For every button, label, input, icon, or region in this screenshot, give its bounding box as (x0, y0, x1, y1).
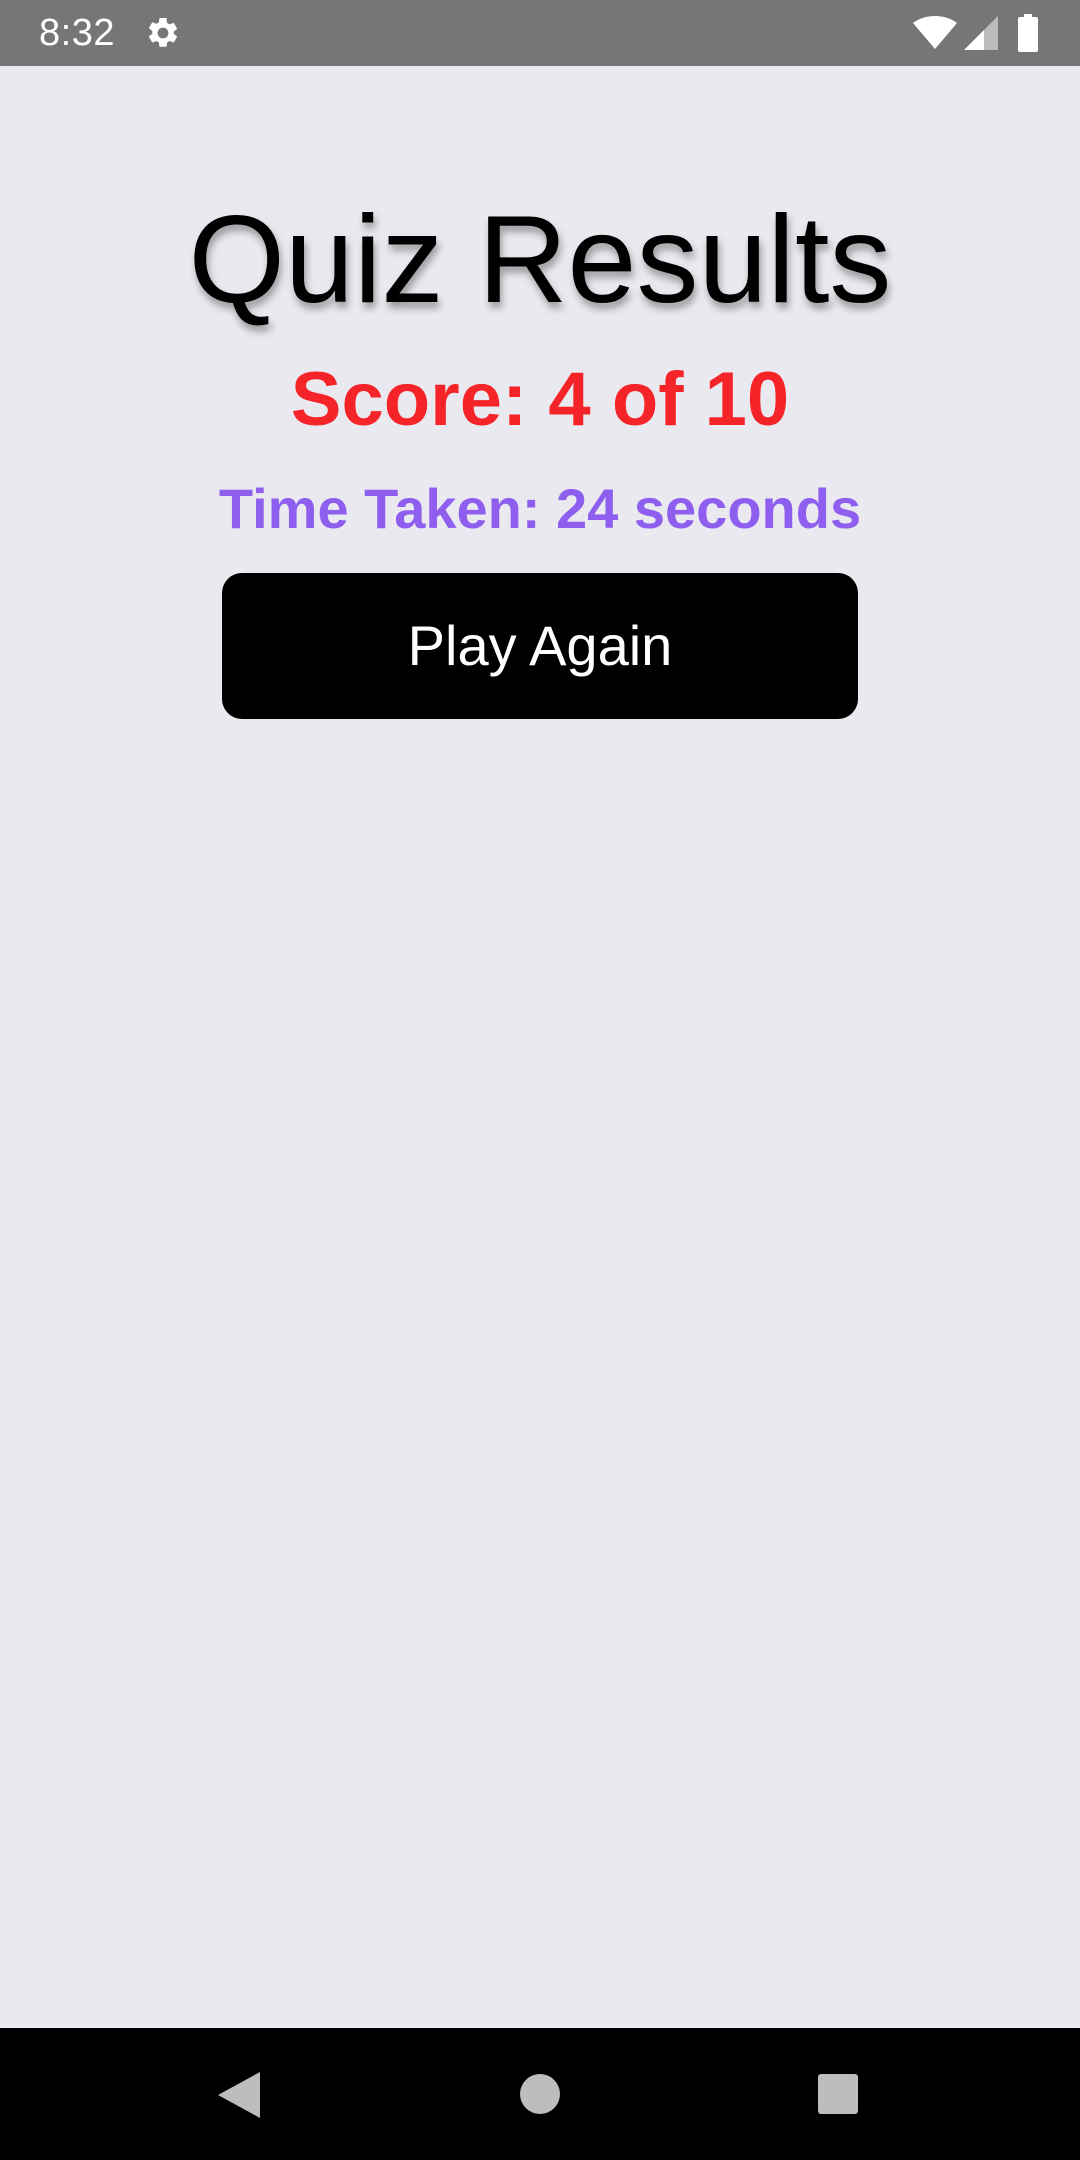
status-bar: 8:32 (0, 0, 1080, 66)
wifi-icon (913, 16, 957, 49)
cellular-signal-icon (964, 16, 998, 50)
results-content: Quiz Results Score: 4 of 10 Time Taken: … (0, 66, 1080, 2028)
time-taken-text: Time Taken: 24 seconds (218, 477, 862, 540)
quiz-results-screen: 8:32 Quiz Results Score: 4 of 10 Time Ta… (0, 0, 1080, 2160)
status-time: 8:32 (39, 12, 115, 54)
play-again-button[interactable]: Play Again (222, 573, 858, 719)
gear-icon (148, 17, 178, 47)
home-icon[interactable] (520, 2074, 560, 2114)
page-title: Quiz Results (188, 191, 892, 329)
back-icon[interactable] (218, 2072, 260, 2118)
score-text: Score: 4 of 10 (290, 357, 790, 442)
recents-icon[interactable] (818, 2074, 858, 2114)
navigation-bar (0, 2028, 1080, 2160)
battery-icon (1018, 14, 1038, 52)
